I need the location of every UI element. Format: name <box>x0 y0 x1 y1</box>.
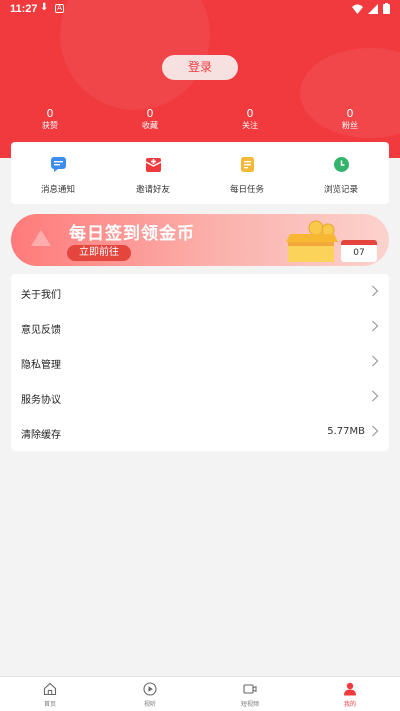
task-list-icon <box>241 157 254 172</box>
nav-mine[interactable]: 我的 <box>300 677 400 711</box>
status-time: 11:27 <box>10 3 38 15</box>
wifi-icon <box>352 4 363 14</box>
menu-item-label: 意见反馈 <box>21 325 61 336</box>
chevron-right-icon <box>372 425 379 437</box>
stat-label: 关注 <box>242 121 258 130</box>
stat-value: 0 <box>346 107 354 120</box>
nav-home[interactable]: 首页 <box>0 677 100 711</box>
nav-label: 视听 <box>143 701 156 708</box>
stats-row: 0 获赞 0 收藏 0 关注 0 粉丝 <box>0 108 400 132</box>
stat-fans[interactable]: 0 粉丝 <box>320 108 380 132</box>
quick-action-label: 邀请好友 <box>135 185 170 195</box>
stat-label: 收藏 <box>142 121 158 130</box>
banner-go-button[interactable]: 立即前往 <box>67 245 131 261</box>
daily-checkin-banner[interactable]: 每日签到领金币 立即前往 07 <box>11 214 389 266</box>
settings-menu: 关于我们 意见反馈 隐私管理 服务协议 清除缓存 5.77MB <box>11 274 389 451</box>
quick-action-daily-tasks[interactable]: 每日任务 <box>200 142 294 204</box>
quick-action-notifications[interactable]: 消息通知 <box>11 142 105 204</box>
banner-coin-decoration <box>31 230 51 246</box>
stat-label: 粉丝 <box>342 121 358 130</box>
video-camera-icon <box>243 684 257 694</box>
stat-label: 获赞 <box>42 121 58 130</box>
download-icon: ⬇ <box>40 2 49 13</box>
quick-action-label: 消息通知 <box>40 185 75 195</box>
envelope-icon <box>145 158 162 172</box>
notification-a-icon: A <box>55 4 64 13</box>
menu-item-label: 隐私管理 <box>21 360 61 371</box>
menu-item-terms[interactable]: 服务协议 <box>11 379 389 414</box>
menu-item-about[interactable]: 关于我们 <box>11 274 389 309</box>
menu-item-feedback[interactable]: 意见反馈 <box>11 309 389 344</box>
menu-item-label: 服务协议 <box>21 395 61 406</box>
menu-item-label: 清除缓存 <box>21 430 61 441</box>
nav-audio-video[interactable]: 视听 <box>100 677 200 711</box>
battery-icon <box>383 3 390 14</box>
nav-short-video[interactable]: 短视频 <box>200 677 300 711</box>
nav-label: 我的 <box>343 701 356 708</box>
stat-value: 0 <box>46 107 54 120</box>
menu-item-clear-cache[interactable]: 清除缓存 5.77MB <box>11 414 389 449</box>
signal-icon <box>368 3 378 14</box>
bottom-nav: 首页 视听 短视频 我的 <box>0 676 400 711</box>
menu-item-label: 关于我们 <box>21 290 61 301</box>
quick-action-label: 每日任务 <box>229 185 264 195</box>
chevron-right-icon <box>372 285 379 297</box>
stat-value: 0 <box>246 107 254 120</box>
chevron-right-icon <box>372 355 379 367</box>
quick-action-invite[interactable]: 邀请好友 <box>106 142 200 204</box>
chevron-right-icon <box>372 320 379 332</box>
stat-likes[interactable]: 0 获赞 <box>20 108 80 132</box>
home-icon <box>43 682 57 696</box>
quick-action-history[interactable]: 浏览记录 <box>294 142 388 204</box>
login-button[interactable]: 登录 <box>162 55 238 80</box>
nav-label: 短视频 <box>240 701 259 708</box>
status-bar: 11:27 ⬇ A <box>0 0 400 18</box>
stat-following[interactable]: 0 关注 <box>220 108 280 132</box>
calendar-icon: 07 <box>341 240 377 262</box>
nav-label: 首页 <box>43 701 56 708</box>
play-icon <box>143 682 157 696</box>
quick-actions-card: 消息通知 邀请好友 每日任务 浏览记录 <box>11 142 389 204</box>
cache-size: 5.77MB <box>327 426 365 437</box>
banner-title: 每日签到领金币 <box>69 224 195 244</box>
stat-favorites[interactable]: 0 收藏 <box>120 108 180 132</box>
message-icon <box>51 157 66 172</box>
clock-icon <box>334 157 349 172</box>
profile-header: 11:27 ⬇ A 登录 0 获赞 0 收藏 0 关注 0 粉丝 <box>0 0 400 158</box>
stat-value: 0 <box>146 107 154 120</box>
quick-action-label: 浏览记录 <box>323 185 358 195</box>
gold-coin-box-icon <box>286 220 338 262</box>
menu-item-privacy[interactable]: 隐私管理 <box>11 344 389 379</box>
chevron-right-icon <box>372 390 379 402</box>
user-icon <box>344 682 356 696</box>
